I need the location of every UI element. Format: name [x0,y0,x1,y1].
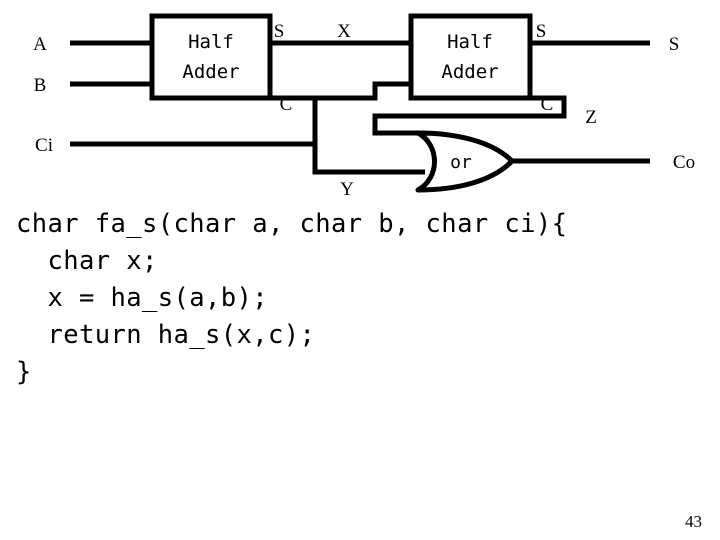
label-net-y: Y [340,179,354,200]
full-adder-circuit-diagram: Half Adder Half Adder or A B Ci S C X Y … [33,13,695,200]
label-net-x: X [337,21,351,42]
wire-ha1-carry-to-y [270,95,318,172]
label-ha1-out-s: S [274,21,285,42]
half-adder-1-label-line1: Half [188,31,234,53]
slide-canvas: Half Adder Half Adder or A B Ci S C X Y … [0,0,720,540]
label-input-a: A [33,34,47,55]
label-output-co: Co [673,152,695,173]
page-number: 43 [685,512,702,531]
half-adder-2-label-line1: Half [447,31,493,53]
label-output-s: S [669,34,680,55]
wire-net-y [312,144,425,175]
half-adder-2-box [408,13,533,101]
label-input-b: B [34,75,47,96]
label-net-z: Z [585,107,597,128]
or-gate-label: or [450,152,472,173]
label-ha2-out-c: C [541,94,554,115]
wire-ha1-carry-to-ha2 [315,81,411,101]
label-input-ci: Ci [35,135,53,156]
label-ha2-out-s: S [536,21,547,42]
label-ha1-out-c: C [280,94,293,115]
half-adder-1-box [149,13,273,101]
half-adder-2-label-line2: Adder [441,61,498,83]
wire-net-z [372,95,567,136]
half-adder-1-label-line2: Adder [182,61,239,83]
code-listing: char fa_s(char a, char b, char ci){ char… [16,209,568,387]
